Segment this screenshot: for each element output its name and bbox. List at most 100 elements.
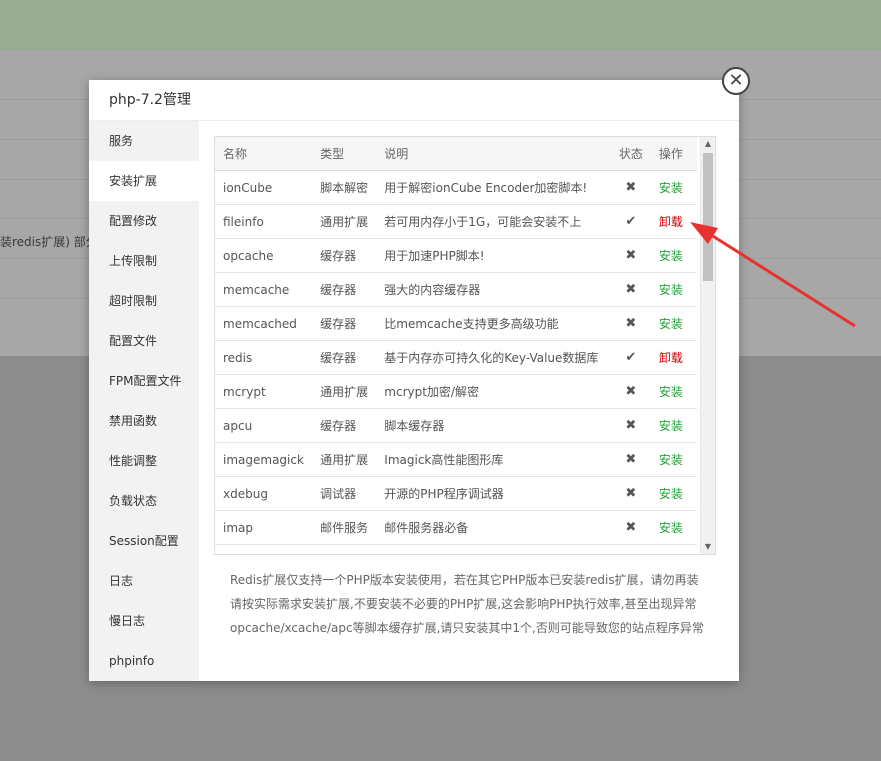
- table-header-row: 名称 类型 说明 状态 操作: [215, 137, 697, 171]
- background-partial-text: 装redis扩展) 部分: [0, 235, 98, 249]
- table-row: mcrypt 通用扩展 mcrypt加密/解密 ✖ 安装: [215, 374, 697, 409]
- status-not-installed-x-icon: ✖: [610, 238, 651, 273]
- table-row: imap 邮件服务 邮件服务器必备 ✖ 安装: [215, 510, 697, 545]
- extension-type: 脚本解密: [312, 170, 377, 205]
- table-row: imagemagick 通用扩展 Imagick高性能图形库 ✖ 安装: [215, 442, 697, 477]
- column-header-type: 类型: [312, 137, 377, 171]
- table-row: apcu 缓存器 脚本缓存器 ✖ 安装: [215, 408, 697, 443]
- extension-type: 缓存器: [312, 408, 377, 443]
- extension-name: apcu: [215, 408, 313, 443]
- column-header-status: 状态: [610, 137, 651, 171]
- table-row: redis 缓存器 基于内存亦可持久化的Key-Value数据库 ✔ 卸载: [215, 340, 697, 375]
- sidebar-item[interactable]: 配置文件: [89, 321, 199, 361]
- sidebar-item[interactable]: 配置修改: [89, 201, 199, 241]
- status-not-installed-x-icon: ✖: [610, 476, 651, 511]
- extension-type: 缓存器: [312, 238, 377, 273]
- table-row: ionCube 脚本解密 用于解密ionCube Encoder加密脚本! ✖ 安装: [215, 170, 697, 205]
- extension-name: ionCube: [215, 170, 313, 205]
- extension-desc: 若可用内存小于1G，可能会安装不上: [376, 204, 611, 239]
- dialog-sidebar: 服务 安装扩展 配置修改 上传限制 超时限制 配置文件 FPM配置文件 禁用函数 性能调整 负载状…: [89, 121, 199, 681]
- install-button[interactable]: 安装: [650, 238, 697, 273]
- extension-name: opcache: [215, 238, 313, 273]
- note-item: Redis扩展仅支持一个PHP版本安装使用，若在其它PHP版本已安装redis扩…: [230, 568, 740, 592]
- column-header-desc: 说明: [376, 137, 611, 171]
- install-button[interactable]: 安装: [650, 374, 697, 409]
- notes-list: Redis扩展仅支持一个PHP版本安装使用，若在其它PHP版本已安装redis扩…: [214, 568, 740, 640]
- status-not-installed-x-icon: ✖: [610, 170, 651, 205]
- extension-desc: mcrypt加密/解密: [376, 374, 611, 409]
- column-header-name: 名称: [215, 137, 313, 171]
- table-row: fileinfo 通用扩展 若可用内存小于1G，可能会安装不上 ✔ 卸载: [215, 204, 697, 239]
- table-row: memcache 缓存器 强大的内容缓存器 ✖ 安装: [215, 272, 697, 307]
- extension-desc: 开源的PHP程序调试器: [376, 476, 611, 511]
- scroll-thumb[interactable]: [703, 153, 713, 281]
- dialog-content: 名称 类型 说明 状态 操作 ionCube 脚本解密 用于解密ionCube En…: [199, 121, 739, 681]
- extension-type: 缓存器: [312, 340, 377, 375]
- extension-name: memcached: [215, 306, 313, 341]
- extension-desc: 脚本缓存器: [376, 408, 611, 443]
- install-button[interactable]: 安装: [650, 442, 697, 477]
- uninstall-button[interactable]: 卸载: [650, 204, 697, 239]
- extension-type: 缓存器: [312, 272, 377, 307]
- note-item: 请按实际需求安装扩展,不要安装不必要的PHP扩展,这会影响PHP执行效率,甚至出…: [230, 592, 740, 616]
- extension-type: 缓存器: [312, 306, 377, 341]
- status-not-installed-x-icon: ✖: [610, 374, 651, 409]
- table-row: opcache 缓存器 用于加速PHP脚本! ✖ 安装: [215, 238, 697, 273]
- extension-desc: 比memcache支持更多高级功能: [376, 306, 611, 341]
- status-not-installed-x-icon: ✖: [610, 408, 651, 443]
- status-not-installed-x-icon: ✖: [610, 272, 651, 307]
- scroll-down-arrow-icon[interactable]: ▼: [701, 540, 715, 554]
- dialog-title: php-7.2管理: [89, 80, 739, 121]
- status-installed-check-icon: ✔: [610, 340, 651, 375]
- extension-name: redis: [215, 340, 313, 375]
- note-item: opcache/xcache/apc等脚本缓存扩展,请只安装其中1个,否则可能导…: [230, 616, 740, 640]
- install-button[interactable]: 安装: [650, 408, 697, 443]
- column-header-op: 操作: [650, 137, 697, 171]
- sidebar-item[interactable]: phpinfo: [89, 641, 199, 681]
- close-icon[interactable]: ✕: [722, 67, 750, 95]
- sidebar-item[interactable]: 禁用函数: [89, 401, 199, 441]
- extension-desc: 基于内存亦可持久化的Key-Value数据库: [376, 340, 611, 375]
- install-button[interactable]: 安装: [650, 510, 697, 545]
- table-row: xdebug 调试器 开源的PHP程序调试器 ✖ 安装: [215, 476, 697, 511]
- status-not-installed-x-icon: ✖: [610, 442, 651, 477]
- install-button[interactable]: 安装: [650, 272, 697, 307]
- table-row: memcached 缓存器 比memcache支持更多高级功能 ✖ 安装: [215, 306, 697, 341]
- extension-type: 通用扩展: [312, 374, 377, 409]
- sidebar-item[interactable]: Session配置: [89, 521, 199, 561]
- status-not-installed-x-icon: ✖: [610, 306, 651, 341]
- extension-desc: 用于加速PHP脚本!: [376, 238, 611, 273]
- extension-type: 通用扩展: [312, 442, 377, 477]
- sidebar-item[interactable]: 负载状态: [89, 481, 199, 521]
- extension-name: imap: [215, 510, 313, 545]
- sidebar-item[interactable]: 超时限制: [89, 281, 199, 321]
- extension-desc: Imagick高性能图形库: [376, 442, 611, 477]
- extension-desc: 用于解密ionCube Encoder加密脚本!: [376, 170, 611, 205]
- install-button[interactable]: 安装: [650, 306, 697, 341]
- sidebar-item[interactable]: 慢日志: [89, 601, 199, 641]
- extension-type: 邮件服务: [312, 510, 377, 545]
- extension-table-container: 名称 类型 说明 状态 操作 ionCube 脚本解密 用于解密ionCube En…: [214, 136, 716, 555]
- extension-name: fileinfo: [215, 204, 313, 239]
- extension-name: imagemagick: [215, 442, 313, 477]
- background-header: [0, 0, 881, 50]
- extension-table: 名称 类型 说明 状态 操作 ionCube 脚本解密 用于解密ionCube En…: [215, 137, 697, 545]
- php-manage-dialog: php-7.2管理 服务 安装扩展 配置修改 上传限制 超时限制 配置文件 FPM配置文件禁…: [89, 80, 739, 681]
- table-scrollbar[interactable]: ▲ ▼: [700, 137, 715, 554]
- extension-type: 调试器: [312, 476, 377, 511]
- scroll-up-arrow-icon[interactable]: ▲: [701, 137, 715, 151]
- extension-type: 通用扩展: [312, 204, 377, 239]
- sidebar-item[interactable]: 上传限制: [89, 241, 199, 281]
- sidebar-item[interactable]: 服务: [89, 121, 199, 161]
- sidebar-item[interactable]: 安装扩展: [89, 161, 199, 201]
- sidebar-item[interactable]: 性能调整: [89, 441, 199, 481]
- extension-name: mcrypt: [215, 374, 313, 409]
- sidebar-item[interactable]: 日志: [89, 561, 199, 601]
- uninstall-button[interactable]: 卸载: [650, 340, 697, 375]
- extension-desc: 邮件服务器必备: [376, 510, 611, 545]
- extension-name: xdebug: [215, 476, 313, 511]
- install-button[interactable]: 安装: [650, 476, 697, 511]
- status-installed-check-icon: ✔: [610, 204, 651, 239]
- install-button[interactable]: 安装: [650, 170, 697, 205]
- sidebar-item[interactable]: FPM配置文件: [89, 361, 199, 401]
